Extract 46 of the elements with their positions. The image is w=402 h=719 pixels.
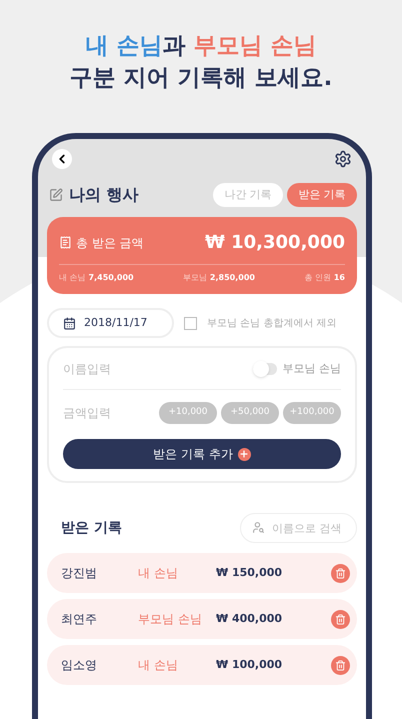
summary-label: 총 받은 금액 [76, 234, 144, 252]
plus-icon [238, 448, 251, 460]
search-icon [252, 521, 265, 534]
stat-label: 내 손님 [59, 272, 86, 284]
gift-amount: ₩ 150,000 [216, 564, 284, 581]
exclude-checkbox[interactable] [184, 316, 197, 330]
record-row[interactable]: 최연주 부모님 손님 ₩ 400,000 [47, 599, 357, 639]
record-row[interactable]: 강진범 내 손님 ₩ 150,000 [47, 553, 357, 593]
record-row[interactable]: 임소영 내 손님 ₩ 100,000 [47, 645, 357, 685]
gift-amount: ₩ 400,000 [216, 610, 284, 627]
delete-button[interactable] [331, 610, 350, 628]
guest-type: 부모님 손님 [138, 611, 203, 628]
guest-name: 강진범 [61, 565, 98, 582]
guest-name: 최연주 [61, 611, 98, 628]
delete-button[interactable] [331, 564, 350, 582]
name-field[interactable]: 이름입력 [63, 360, 183, 378]
gift-amount: ₩ 100,000 [216, 656, 284, 673]
add-record-button[interactable]: 받은 기록 추가 [63, 439, 341, 469]
toggle-label: 부모님 손님 [282, 360, 341, 377]
total-amount: ₩ 10,300,000 [205, 231, 345, 255]
guest-type: 내 손님 [138, 565, 179, 582]
date-field[interactable]: 2018/11/17 [47, 308, 174, 338]
edit-icon[interactable] [49, 188, 63, 202]
stat-value: 7,450,000 [88, 272, 134, 284]
trash-icon [335, 660, 346, 670]
stat-value: 16 [334, 272, 345, 284]
stat-label: 부모님 [182, 272, 207, 284]
stat-value: 2,850,000 [210, 272, 255, 284]
receipt-icon [59, 236, 72, 249]
headline: 구분 지어 기록해 보세요. [70, 64, 332, 93]
back-button[interactable] [52, 149, 72, 169]
stat-label: 총 인원 [304, 272, 331, 284]
delete-button[interactable] [331, 656, 350, 674]
parent-toggle[interactable] [252, 363, 276, 375]
search-field[interactable]: 이름으로 검색 [240, 513, 357, 543]
trash-icon [335, 614, 346, 624]
section-title: 받은 기록 [61, 518, 122, 538]
headline: 내 손님과 부모님 손님 [85, 32, 317, 61]
checkbox-label: 부모님 손님 총합계에서 제외 [207, 316, 337, 330]
guest-type: 내 손님 [138, 657, 179, 674]
amount-field[interactable]: 금액입력 [63, 404, 153, 422]
screen-title: 나의 행사 [69, 184, 139, 206]
settings-icon[interactable] [334, 150, 352, 168]
guest-name: 임소영 [61, 657, 98, 674]
calendar-icon [63, 316, 76, 330]
trash-icon [335, 568, 346, 578]
